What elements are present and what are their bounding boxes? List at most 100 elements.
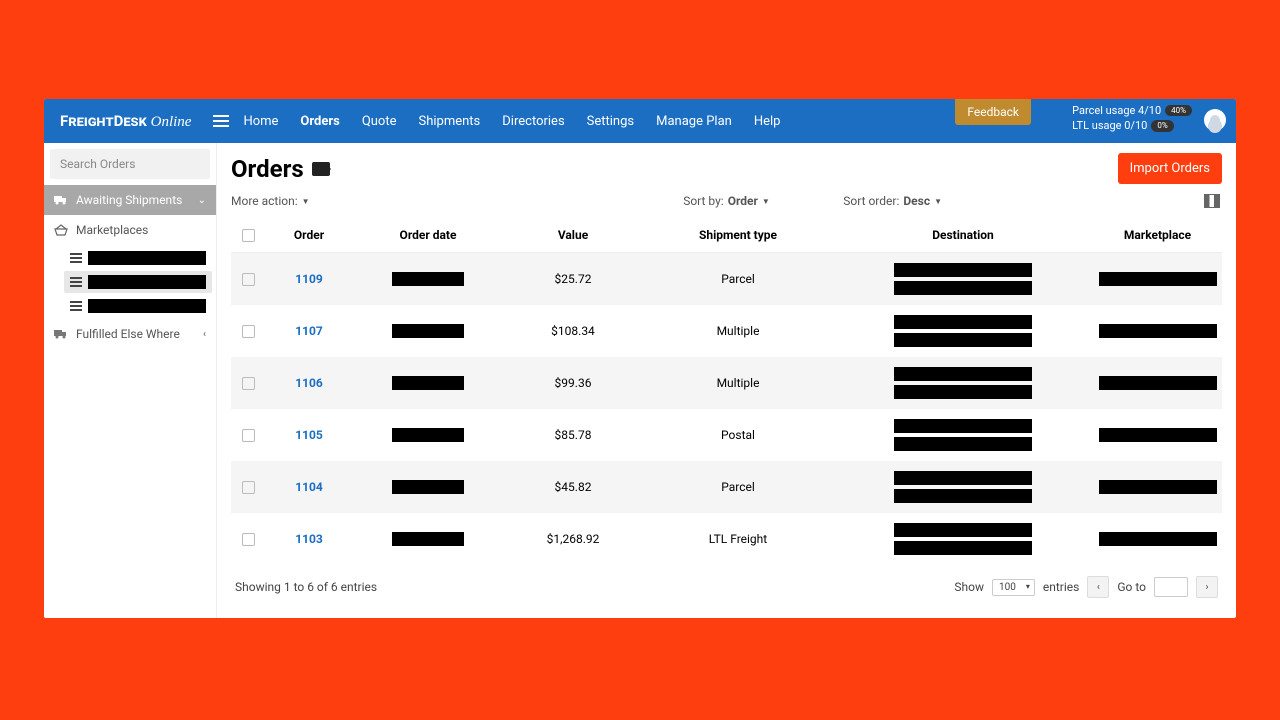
sort-order-dropdown[interactable]: Sort order: Desc ▼ <box>843 194 942 208</box>
redacted-text <box>88 299 206 313</box>
chevron-left-icon: ‹ <box>203 329 206 340</box>
list-icon <box>70 253 82 263</box>
shipment-type: Multiple <box>643 324 833 338</box>
basket-icon <box>54 224 68 236</box>
parcel-usage-label: Parcel usage 4/10 <box>1072 103 1161 118</box>
nav-manage-plan[interactable]: Manage Plan <box>656 114 732 129</box>
sidebar-fulfilled-elsewhere[interactable]: Fulfilled Else Where ‹ <box>44 319 216 349</box>
nav-links: Home Orders Quote Shipments Directories Setti… <box>243 114 780 129</box>
entries-info: Showing 1 to 6 of 6 entries <box>235 580 377 594</box>
order-link[interactable]: 1104 <box>295 480 323 494</box>
orders-table: OrderOrder dateValueShipment typeDestina… <box>231 218 1222 566</box>
table-row[interactable]: 1105$85.78Postal <box>231 409 1222 461</box>
nav-directories[interactable]: Directories <box>502 114 564 129</box>
nav-shipments[interactable]: Shipments <box>418 114 480 129</box>
order-link[interactable]: 1109 <box>295 272 323 286</box>
sidebar-marketplaces-label: Marketplaces <box>76 223 148 237</box>
table-body: 1109$25.72Parcel1107$108.34Multiple1106$… <box>231 253 1222 565</box>
sidebar-marketplaces[interactable]: Marketplaces <box>44 215 216 245</box>
brand-suffix: Online <box>151 114 192 130</box>
list-icon <box>70 301 82 311</box>
sidebar-sub-item[interactable] <box>64 271 212 293</box>
app-window: FreightDesk Online Home Orders Quote Shipme… <box>44 99 1236 618</box>
import-orders-button[interactable]: Import Orders <box>1118 153 1222 184</box>
nav-orders[interactable]: Orders <box>300 114 339 129</box>
sidebar: Search Orders Awaiting Shipments ⌄ Marke… <box>44 143 217 618</box>
video-icon[interactable] <box>312 162 330 176</box>
redacted-text <box>1099 376 1217 390</box>
redacted-text <box>1099 324 1217 338</box>
brand-logo: FreightDesk Online <box>44 112 207 131</box>
redacted-text <box>392 428 464 442</box>
avatar[interactable] <box>1204 109 1226 131</box>
redacted-text <box>392 376 464 390</box>
order-link[interactable]: 1105 <box>295 428 323 442</box>
page-header: Orders Import Orders <box>231 153 1222 184</box>
sidebar-sub-item[interactable] <box>64 295 212 317</box>
redacted-text <box>894 281 1032 295</box>
usage-info: Parcel usage 4/1040% LTL usage 0/100% <box>1072 103 1192 134</box>
redacted-text <box>894 437 1032 451</box>
row-checkbox[interactable] <box>242 481 255 494</box>
redacted-text <box>88 275 206 289</box>
redacted-text <box>894 315 1032 329</box>
search-input[interactable]: Search Orders <box>50 149 210 179</box>
hamburger-icon[interactable] <box>213 113 229 129</box>
more-action-dropdown[interactable]: More action: ▼ <box>231 194 310 208</box>
nav-quote[interactable]: Quote <box>362 114 397 129</box>
nav-home[interactable]: Home <box>243 114 278 129</box>
nav-settings[interactable]: Settings <box>587 114 634 129</box>
select-all-checkbox[interactable] <box>242 229 255 242</box>
table-row[interactable]: 1104$45.82Parcel <box>231 461 1222 513</box>
sort-by-dropdown[interactable]: Sort by: Order ▼ <box>683 194 770 208</box>
order-link[interactable]: 1103 <box>295 532 323 546</box>
next-page-button[interactable]: › <box>1196 576 1218 598</box>
redacted-text <box>894 385 1032 399</box>
body: Search Orders Awaiting Shipments ⌄ Marke… <box>44 143 1236 618</box>
pagination: Show 100 entries ‹ Go to › <box>954 576 1218 598</box>
order-value: $25.72 <box>503 272 643 286</box>
sidebar-awaiting-shipments[interactable]: Awaiting Shipments ⌄ <box>44 185 216 215</box>
col-order-date: Order date <box>353 228 503 242</box>
redacted-text <box>392 272 464 286</box>
sidebar-awaiting-label: Awaiting Shipments <box>76 193 182 207</box>
goto-input[interactable] <box>1154 577 1188 597</box>
redacted-text <box>894 419 1032 433</box>
row-checkbox[interactable] <box>242 325 255 338</box>
truck-icon <box>54 329 68 339</box>
col-shipment-type: Shipment type <box>643 228 833 242</box>
table-row[interactable]: 1106$99.36Multiple <box>231 357 1222 409</box>
main-content: Orders Import Orders More action: ▼ Sort… <box>217 143 1236 618</box>
sidebar-sub-item[interactable] <box>64 247 212 269</box>
columns-icon[interactable] <box>1204 194 1220 208</box>
redacted-text <box>1099 272 1217 286</box>
caret-down-icon: ▼ <box>762 197 770 206</box>
table-controls: More action: ▼ Sort by: Order ▼ Sort ord… <box>231 194 1222 208</box>
order-link[interactable]: 1106 <box>295 376 323 390</box>
table-header: OrderOrder dateValueShipment typeDestina… <box>231 218 1222 253</box>
redacted-text <box>1099 480 1217 494</box>
feedback-button[interactable]: Feedback <box>955 99 1031 125</box>
order-value: $85.78 <box>503 428 643 442</box>
col-marketplace: Marketplace <box>1093 228 1222 242</box>
list-icon <box>70 277 82 287</box>
prev-page-button[interactable]: ‹ <box>1087 576 1109 598</box>
table-row[interactable]: 1103$1,268.92LTL Freight <box>231 513 1222 565</box>
row-checkbox[interactable] <box>242 273 255 286</box>
nav-help[interactable]: Help <box>754 114 781 129</box>
top-nav: FreightDesk Online Home Orders Quote Shipme… <box>44 99 1236 143</box>
order-link[interactable]: 1107 <box>295 324 323 338</box>
row-checkbox[interactable] <box>242 429 255 442</box>
redacted-text <box>894 263 1032 277</box>
row-checkbox[interactable] <box>242 533 255 546</box>
row-checkbox[interactable] <box>242 377 255 390</box>
redacted-text <box>894 523 1032 537</box>
redacted-text <box>88 251 206 265</box>
order-value: $1,268.92 <box>503 532 643 546</box>
chevron-down-icon: ⌄ <box>198 195 206 206</box>
table-row[interactable]: 1109$25.72Parcel <box>231 253 1222 305</box>
page-size-select[interactable]: 100 <box>992 579 1035 596</box>
sidebar-sublist <box>44 247 216 317</box>
ltl-usage-label: LTL usage 0/10 <box>1072 118 1147 133</box>
table-row[interactable]: 1107$108.34Multiple <box>231 305 1222 357</box>
